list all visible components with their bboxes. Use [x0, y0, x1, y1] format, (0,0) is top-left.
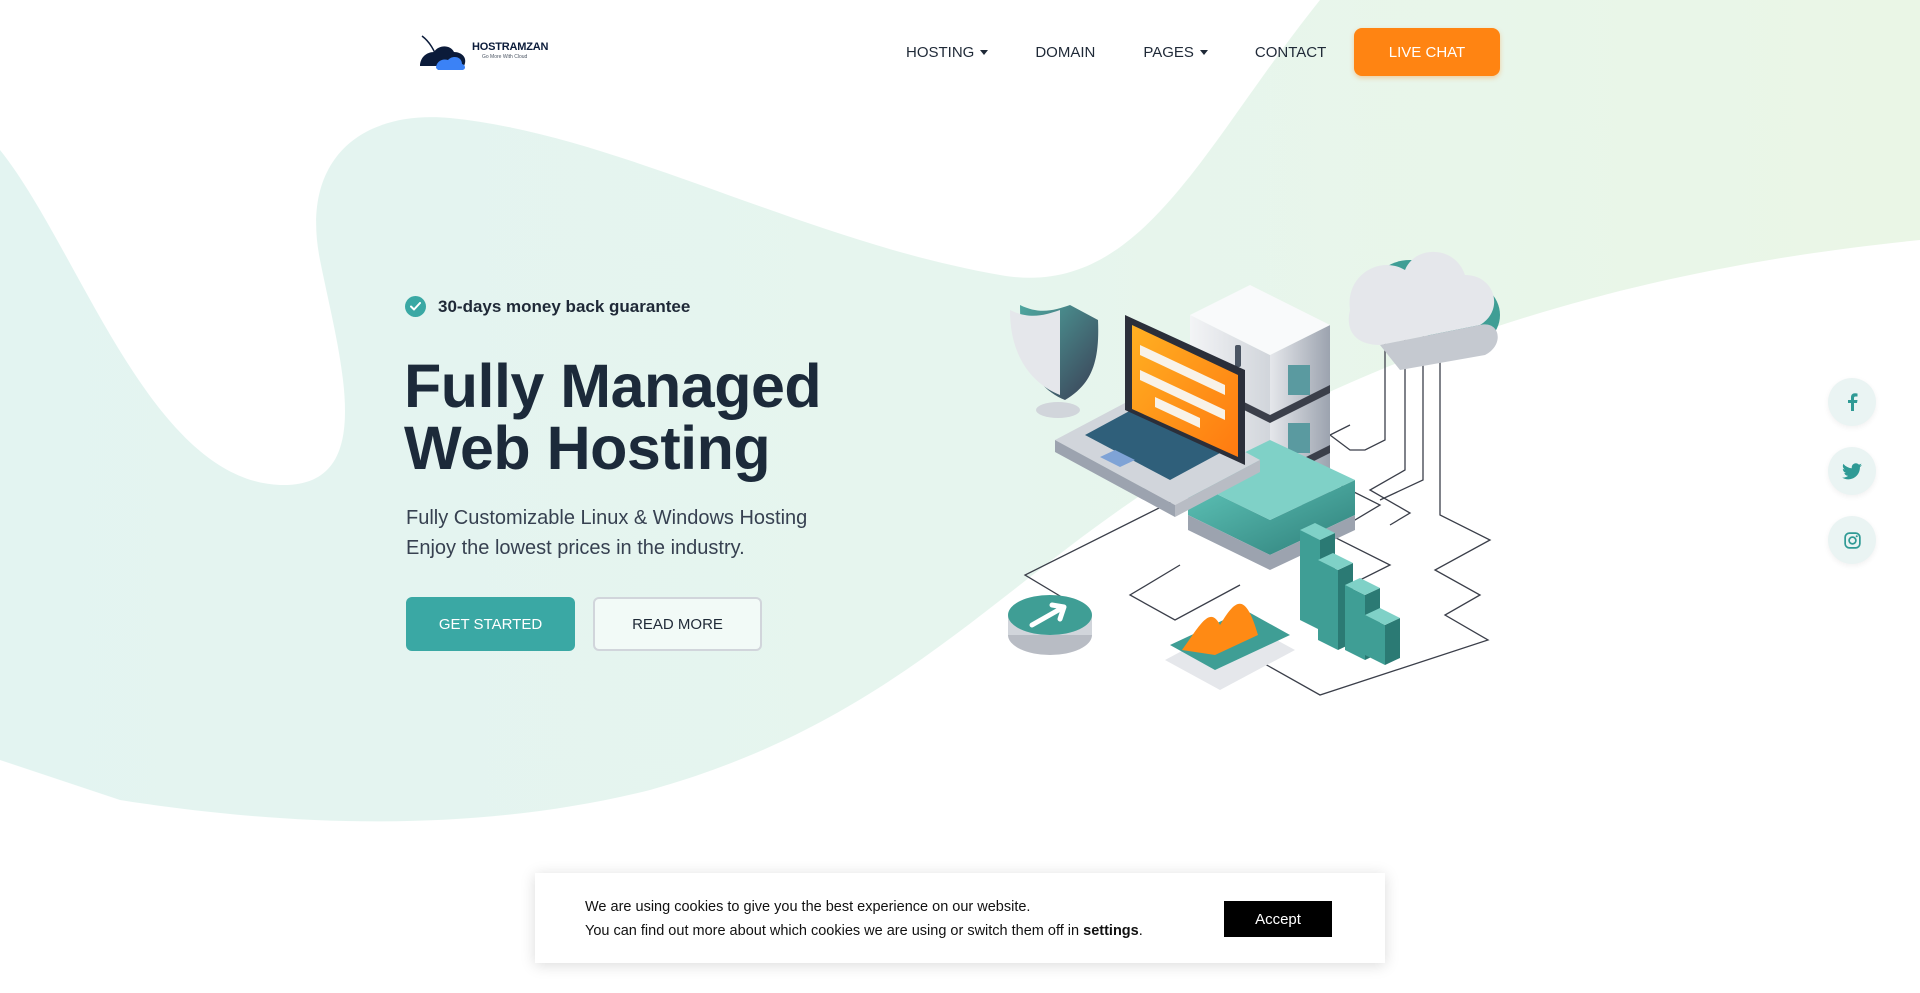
hero-subtitle-line-1: Fully Customizable Linux & Windows Hosti…: [406, 507, 808, 529]
cookie-line-2-end: .: [1138, 923, 1143, 939]
cookie-banner: We are using cookies to give you the bes…: [535, 873, 1385, 963]
nav-item-hosting[interactable]: HOSTING: [906, 43, 989, 61]
cookie-message: We are using cookies to give you the bes…: [585, 895, 1143, 943]
hero-buttons: GET STARTED READ MORE: [406, 597, 926, 651]
hero-title-line-1: Fully Managed: [404, 352, 822, 420]
brand-name: HOSTRAMZAN: [472, 41, 549, 53]
hero-subtitle-line-2: Enjoy the lowest prices in the industry.: [406, 537, 745, 559]
cookie-line-2: You can find out more about which cookie…: [585, 919, 1143, 943]
guarantee-text: 30-days money back guarantee: [438, 296, 691, 316]
instagram-button[interactable]: [1828, 516, 1876, 564]
nav-item-pages[interactable]: PAGES: [1143, 44, 1208, 61]
mobile-chart-graphic: [1165, 603, 1295, 690]
brand-tagline: Go More With Cloud: [482, 54, 528, 60]
get-started-button[interactable]: GET STARTED: [406, 597, 575, 651]
nav-item-label: DOMAIN: [1035, 43, 1096, 61]
hero-title-line-2: Web Hosting: [404, 414, 771, 482]
main-nav: HOSTING DOMAIN PAGES CONTACT: [906, 28, 1326, 76]
settings-link[interactable]: settings: [1083, 923, 1139, 939]
twitter-button[interactable]: [1828, 447, 1876, 495]
caret-down-icon: [980, 49, 989, 55]
cookie-line-2-text: You can find out more about which cookie…: [585, 923, 1084, 939]
nav-item-label: CONTACT: [1254, 43, 1327, 61]
nav-item-label: PAGES: [1143, 43, 1194, 61]
nav-item-contact[interactable]: CONTACT: [1255, 44, 1326, 61]
nav-item-label: HOSTING: [906, 43, 975, 61]
upload-disc-graphic: [1008, 595, 1092, 655]
nav-item-domain[interactable]: DOMAIN: [1035, 44, 1095, 61]
caret-down-icon: [1199, 49, 1208, 55]
facebook-icon: [1848, 393, 1858, 411]
brand-logo[interactable]: HOSTRAMZAN Go More With Cloud: [418, 30, 548, 72]
cloud-logo-icon: [420, 35, 466, 70]
instagram-icon: [1843, 531, 1861, 549]
twitter-icon: [1842, 462, 1862, 479]
check-circle-icon: [405, 296, 426, 317]
hero-subtitle: Fully Customizable Linux & Windows Hosti…: [406, 503, 926, 563]
facebook-button[interactable]: [1828, 378, 1876, 426]
accept-cookies-button[interactable]: Accept: [1224, 901, 1332, 937]
cloud-graphic: [1348, 251, 1500, 370]
cookie-line-1: We are using cookies to give you the bes…: [585, 899, 1031, 915]
hero-title: Fully Managed Web Hosting: [404, 355, 924, 479]
hero-content: 30-days money back guarantee Fully Manag…: [404, 296, 926, 651]
hosting-illustration: [1008, 251, 1500, 696]
site-header: HOSTRAMZAN Go More With Cloud HOSTING DO…: [0, 0, 1920, 105]
read-more-button[interactable]: READ MORE: [593, 597, 762, 651]
guarantee-badge: 30-days money back guarantee: [405, 296, 926, 317]
live-chat-button[interactable]: LIVE CHAT: [1354, 28, 1500, 76]
shield-graphic: [1010, 305, 1099, 418]
